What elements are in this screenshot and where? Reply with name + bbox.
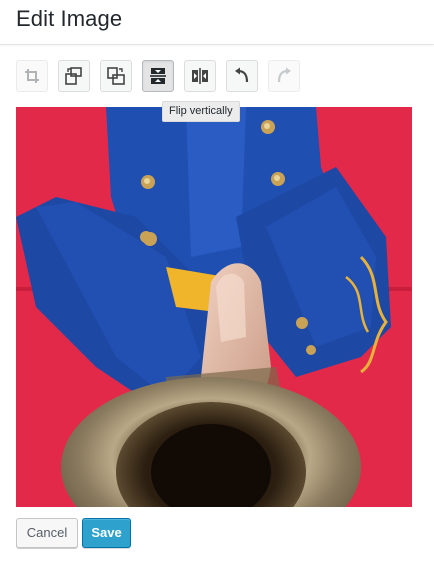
cancel-button[interactable]: Cancel — [16, 518, 78, 548]
redo-icon — [275, 67, 293, 85]
save-button[interactable]: Save — [82, 518, 131, 548]
rotate-right-icon — [107, 67, 125, 85]
redo-button[interactable] — [268, 60, 300, 92]
flip-vertical-icon — [149, 67, 167, 85]
page-title: Edit Image — [16, 6, 123, 31]
edit-image-panel: Edit Image Flip vertically Cancel Save — [0, 0, 434, 570]
rotate-right-button[interactable] — [100, 60, 132, 92]
flip-vertical-tooltip: Flip vertically — [162, 101, 240, 122]
undo-icon — [233, 67, 251, 85]
image-preview — [16, 107, 412, 507]
rotate-left-button[interactable] — [58, 60, 90, 92]
undo-button[interactable] — [226, 60, 258, 92]
flip-horizontal-button[interactable] — [184, 60, 216, 92]
crop-button[interactable] — [16, 60, 48, 92]
crop-icon — [24, 68, 40, 84]
flip-vertical-button[interactable] — [142, 60, 174, 92]
rotate-left-icon — [65, 67, 83, 85]
photo-preview — [16, 107, 412, 507]
panel-header: Edit Image — [0, 0, 434, 45]
flip-horizontal-icon — [191, 67, 209, 85]
